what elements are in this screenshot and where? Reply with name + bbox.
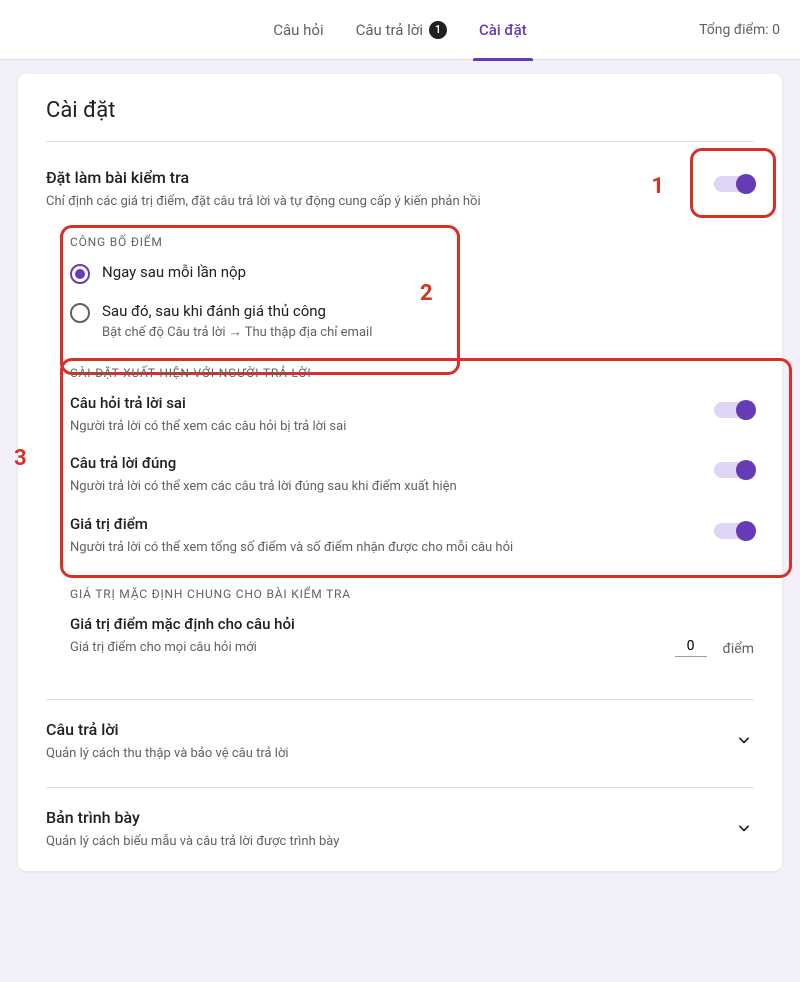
points-title: Giá trị điểm [70, 515, 513, 533]
annotation-3: 3 [14, 446, 27, 471]
presentation-section-title: Bản trình bày [46, 808, 339, 827]
default-points-input[interactable] [675, 636, 707, 657]
radio-later-label: Sau đó, sau khi đánh giá thủ công [102, 302, 372, 320]
points-desc: Người trả lời có thể xem tổng số điểm và… [70, 539, 513, 557]
default-points-title: Giá trị điểm mặc định cho câu hỏi [70, 615, 295, 633]
quiz-mode-desc: Chỉ định các giá trị điểm, đặt câu trả l… [46, 193, 481, 211]
presentation-section-toggle[interactable]: Bản trình bày Quản lý cách biểu mẫu và c… [46, 808, 754, 851]
total-score-label: Tổng điểm: 0 [699, 22, 780, 38]
points-toggle[interactable] [714, 523, 754, 539]
quiz-mode-title: Đặt làm bài kiểm tra [46, 168, 481, 187]
missed-title: Câu hỏi trả lời sai [70, 394, 346, 412]
defaults-label: GIÁ TRỊ MẶC ĐỊNH CHUNG CHO BÀI KIỂM TRA [70, 587, 754, 601]
chevron-down-icon [734, 730, 754, 754]
tab-questions[interactable]: Câu hỏi [267, 13, 329, 47]
chevron-down-icon [734, 818, 754, 842]
tab-settings[interactable]: Cài đặt [473, 13, 533, 47]
responder-settings-label: CÀI ĐẶT XUẤT HIỆN VỚI NGƯỜI TRẢ LỜI [70, 366, 754, 380]
radio-icon [70, 303, 90, 323]
correct-desc: Người trả lời có thể xem các câu trả lời… [70, 478, 457, 496]
tab-responses-label: Câu trả lời [356, 21, 423, 39]
divider [46, 787, 754, 788]
responses-section-toggle[interactable]: Câu trả lời Quản lý cách thu thập và bảo… [46, 720, 754, 763]
tab-responses[interactable]: Câu trả lời 1 [350, 13, 453, 47]
correct-title: Câu trả lời đúng [70, 454, 457, 472]
release-grades-label: CÔNG BỐ ĐIỂM [70, 235, 754, 249]
radio-immediately[interactable]: Ngay sau mỗi lần nộp [70, 263, 754, 284]
settings-card: Cài đặt Đặt làm bài kiểm tra Chỉ định cá… [18, 74, 782, 871]
quiz-mode-toggle[interactable] [714, 176, 754, 192]
top-tab-bar: Câu hỏi Câu trả lời 1 Cài đặt Tổng điểm:… [0, 0, 800, 60]
missed-toggle[interactable] [714, 402, 754, 418]
radio-immediately-label: Ngay sau mỗi lần nộp [102, 263, 246, 281]
radio-later[interactable]: Sau đó, sau khi đánh giá thủ công Bật ch… [70, 302, 754, 340]
presentation-section-desc: Quản lý cách biểu mẫu và câu trả lời đượ… [46, 833, 339, 851]
divider [46, 699, 754, 700]
radio-later-sub: Bật chế độ Câu trả lời → Thu thập địa ch… [102, 324, 372, 340]
radio-icon [70, 264, 90, 284]
divider [46, 141, 754, 142]
missed-desc: Người trả lời có thể xem các câu hỏi bị … [70, 418, 346, 436]
correct-toggle[interactable] [714, 462, 754, 478]
responses-section-desc: Quản lý cách thu thập và bảo vệ câu trả … [46, 745, 289, 763]
responses-section-title: Câu trả lời [46, 720, 289, 739]
responses-count-badge: 1 [429, 21, 447, 39]
default-points-desc: Giá trị điểm cho mọi câu hỏi mới [70, 639, 295, 657]
points-unit-label: điểm [723, 641, 754, 657]
page-title: Cài đặt [46, 98, 754, 123]
